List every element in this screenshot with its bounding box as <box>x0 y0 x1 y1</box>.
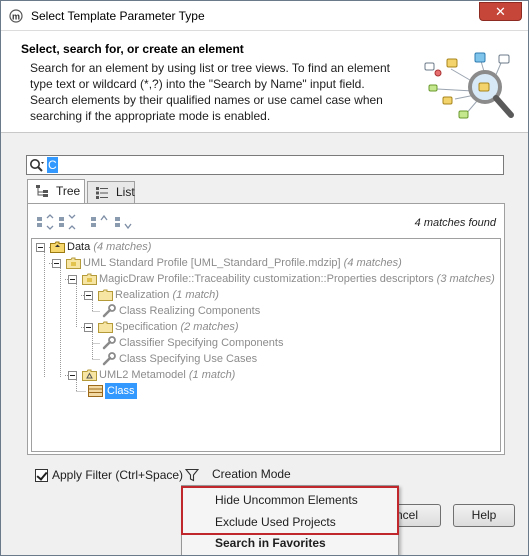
tree-row-label: MagicDraw Profile::Traceability customiz… <box>99 273 434 285</box>
tree-row-label: UML2 Metamodel <box>99 369 186 381</box>
move-down-icon[interactable] <box>114 214 132 230</box>
package-folder-icon <box>98 321 113 333</box>
tree-row-count: (1 match) <box>188 369 236 381</box>
package-folder-icon <box>50 241 65 253</box>
expander-uml2-metamodel[interactable] <box>68 371 77 380</box>
tree-row-label: UML Standard Profile [UML_Standard_Profi… <box>83 257 341 269</box>
tree-row-count: (4 matches) <box>93 241 152 253</box>
tab-tree[interactable]: Tree <box>27 179 85 204</box>
profile-folder-icon <box>66 257 81 269</box>
apply-filter-label: Apply Filter (Ctrl+Space) <box>52 468 184 482</box>
tree-row-label: Specification <box>115 321 178 333</box>
move-up-icon[interactable] <box>90 214 108 230</box>
model-folder-icon <box>82 369 97 381</box>
expand-all-icon[interactable] <box>36 214 54 230</box>
tree-row-label: Realization <box>115 289 170 301</box>
dialog-window: m Select Template Parameter Type ✕ Selec… <box>0 0 529 556</box>
tab-list[interactable]: List <box>87 181 135 203</box>
wrench-icon <box>102 304 116 318</box>
tree-icon <box>36 185 48 197</box>
filter-funnel-icon[interactable] <box>185 468 199 482</box>
tree-row-count: (3 matches) <box>436 273 495 285</box>
wrench-icon <box>102 336 116 350</box>
header-description: Search for an element by using list or t… <box>30 61 390 123</box>
tree-row-count: (4 matches) <box>343 257 402 269</box>
menu-item-search-in-favorites[interactable]: Search in Favorites <box>215 536 326 550</box>
highlight-annotation <box>181 486 399 535</box>
tree-row-label: Classifier Specifying Components <box>119 337 284 349</box>
tree-row-label: Class Realizing Components <box>119 305 261 317</box>
tree-row-label: Class <box>105 383 137 399</box>
tree-row-label: Class Specifying Use Cases <box>119 353 258 365</box>
matches-count: 4 matches found <box>414 217 496 229</box>
search-field[interactable]: C <box>26 155 504 175</box>
tree-row-count: (1 match) <box>172 289 219 301</box>
class-icon <box>88 385 103 397</box>
element-tree: Data (4 matches) UML Standard Profile [U… <box>31 238 501 452</box>
header-title: Select, search for, or create an element <box>21 42 244 56</box>
help-button[interactable]: Help <box>453 504 515 527</box>
svg-text:m: m <box>12 12 20 22</box>
tree-row-label: Data <box>67 241 91 253</box>
expander-realization[interactable] <box>84 291 93 300</box>
creation-mode-label[interactable]: Creation Mode <box>212 467 291 481</box>
close-button[interactable]: ✕ <box>479 2 522 21</box>
profile-folder-icon <box>82 273 97 285</box>
tree-panel: 4 matches found Data (4 matches) UML Sta… <box>27 203 505 455</box>
tree-row-count: (2 matches) <box>180 321 239 333</box>
dialog-header: Select, search for, or create an element… <box>1 31 528 133</box>
tab-tree-label: Tree <box>56 184 81 198</box>
title-bar[interactable]: m Select Template Parameter Type ✕ <box>1 1 528 31</box>
collapse-all-icon[interactable] <box>58 214 76 230</box>
expander-data[interactable] <box>36 243 45 252</box>
expander-uml-standard-profile[interactable] <box>52 259 61 268</box>
search-icon <box>30 159 44 172</box>
expander-specification[interactable] <box>84 323 93 332</box>
tab-list-label: List <box>116 185 135 199</box>
window-title: Select Template Parameter Type <box>31 9 205 23</box>
apply-filter-checkbox[interactable] <box>35 469 48 482</box>
app-icon: m <box>9 9 23 23</box>
search-illustration-icon <box>424 52 514 119</box>
close-icon: ✕ <box>495 4 506 19</box>
wrench-icon <box>102 352 116 366</box>
package-folder-icon <box>98 289 113 301</box>
list-icon <box>96 187 108 199</box>
expander-magicdraw-profile[interactable] <box>68 275 77 284</box>
search-input[interactable]: C <box>47 157 58 173</box>
